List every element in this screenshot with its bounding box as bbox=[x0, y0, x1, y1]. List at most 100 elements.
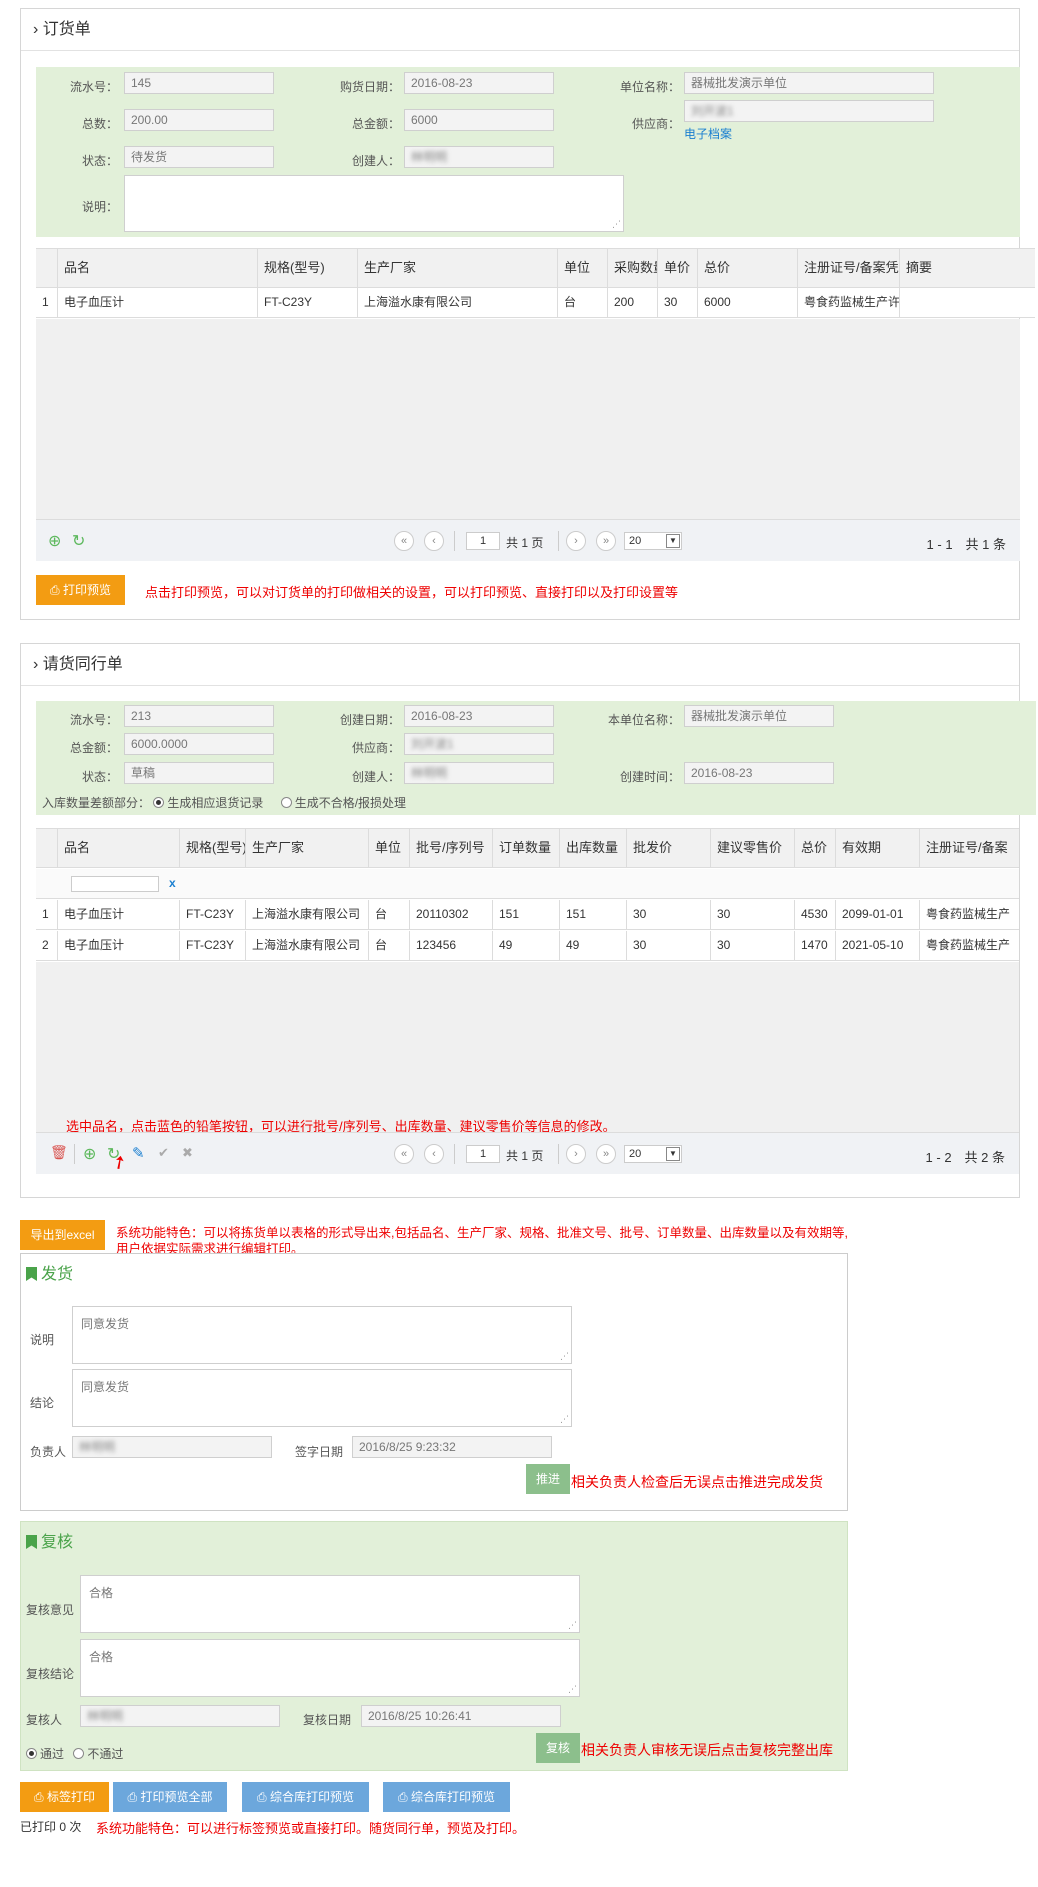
order-archive-link[interactable]: 电子档案 bbox=[684, 125, 732, 142]
store-print-button-2[interactable]: ⎙ 综合库打印预览 bbox=[383, 1782, 510, 1812]
order-col-total[interactable]: 总价 bbox=[698, 249, 798, 287]
order-col-memo[interactable]: 摘要 bbox=[900, 249, 1035, 287]
print-preview-button[interactable]: ⎙ 打印预览 bbox=[36, 575, 125, 605]
picking-col-price[interactable]: 批发价 bbox=[627, 829, 711, 867]
review-date-field[interactable]: 2016/8/25 10:26:41 bbox=[361, 1705, 561, 1727]
cancel-icon[interactable]: ✖ bbox=[182, 1145, 193, 1161]
order-col-qty[interactable]: 采购数量 bbox=[608, 249, 658, 287]
order-status-field[interactable]: 待发货 bbox=[124, 146, 274, 168]
picking-col-spec[interactable]: 规格(型号) bbox=[180, 829, 246, 867]
order-unit-field[interactable]: 器械批发演示单位 bbox=[684, 72, 934, 94]
picking-col-out-qty[interactable]: 出库数量 bbox=[560, 829, 627, 867]
picking-serial-field[interactable]: 213 bbox=[124, 705, 274, 727]
picking-col-expiry[interactable]: 有效期 bbox=[836, 829, 920, 867]
pencil-icon[interactable]: ✎ bbox=[132, 1144, 145, 1162]
order-creator-field[interactable]: 林明明 bbox=[404, 146, 554, 168]
picking-panel-title[interactable]: › 请货同行单 bbox=[21, 644, 1019, 686]
picking-col-name[interactable]: 品名 bbox=[58, 829, 180, 867]
first-page-button[interactable]: « bbox=[394, 1144, 414, 1164]
picking-creator-field[interactable]: 林明明 bbox=[404, 762, 554, 784]
total-pages-label: 共 1 页 bbox=[506, 1149, 544, 1163]
picking-col-reg[interactable]: 注册证号/备案 bbox=[920, 829, 1019, 867]
cell-spec: FT-C23Y bbox=[258, 288, 358, 317]
last-page-button[interactable]: » bbox=[596, 531, 616, 551]
resize-grip-icon: ⋰ bbox=[612, 219, 621, 229]
diff-option-reject[interactable]: 生成不合格/报损处理 bbox=[280, 796, 406, 810]
last-page-button[interactable]: » bbox=[596, 1144, 616, 1164]
order-col-reg[interactable]: 注册证号/备案凭证 bbox=[798, 249, 900, 287]
picking-col-order-qty[interactable]: 订单数量 bbox=[493, 829, 560, 867]
label-print-button[interactable]: ⎙ 标签打印 bbox=[20, 1782, 109, 1812]
review-fail-option[interactable]: 不通过 bbox=[73, 1747, 123, 1761]
order-serial-field[interactable]: 145 bbox=[124, 72, 274, 94]
cell-qty: 200 bbox=[608, 288, 658, 317]
order-qty-field[interactable]: 200.00 bbox=[124, 109, 274, 131]
row-index: 2 bbox=[36, 931, 58, 960]
page-size-select[interactable]: 20 ▼ bbox=[624, 532, 682, 550]
picking-supplier-value: 刘开波1 bbox=[411, 737, 454, 751]
picking-col-batch[interactable]: 批号/序列号 bbox=[410, 829, 493, 867]
picking-amount-label: 总金额： bbox=[69, 741, 118, 755]
order-note-textarea[interactable]: ⋰ bbox=[124, 175, 624, 232]
review-concl-textarea[interactable]: 合格 ⋰ bbox=[80, 1639, 580, 1697]
export-excel-button[interactable]: 导出到excel bbox=[20, 1220, 105, 1250]
prev-page-button[interactable]: ‹ bbox=[424, 531, 444, 551]
order-creator-label: 创建人： bbox=[351, 154, 400, 168]
cell-total: 4530 bbox=[795, 900, 836, 929]
order-supplier-field[interactable]: 刘开波1 bbox=[684, 100, 934, 122]
zoom-in-icon[interactable]: ⊕ bbox=[48, 531, 61, 551]
store-print-button-1[interactable]: ⎙ 综合库打印预览 bbox=[242, 1782, 369, 1812]
picking-col-retail[interactable]: 建议零售价 bbox=[711, 829, 795, 867]
picking-unit-field[interactable]: 器械批发演示单位 bbox=[684, 705, 834, 727]
picking-col-maker[interactable]: 生产厂家 bbox=[246, 829, 369, 867]
picking-supplier-field[interactable]: 刘开波1 bbox=[404, 733, 554, 755]
prev-page-button[interactable]: ‹ bbox=[424, 1144, 444, 1164]
next-page-button[interactable]: › bbox=[566, 1144, 586, 1164]
check-icon[interactable]: ✔ bbox=[158, 1145, 169, 1161]
review-pass-option[interactable]: 通过 bbox=[26, 1747, 64, 1761]
trash-icon[interactable]: 🗑 bbox=[50, 1144, 68, 1161]
bookmark-icon bbox=[26, 1267, 37, 1281]
review-button[interactable]: 复核 bbox=[536, 1733, 580, 1763]
order-col-unit[interactable]: 单位 bbox=[558, 249, 608, 287]
picking-col-total[interactable]: 总价 bbox=[795, 829, 836, 867]
picking-create-time-label: 创建时间： bbox=[619, 770, 680, 784]
ship-desc-textarea[interactable]: 同意发货 ⋰ bbox=[72, 1306, 572, 1364]
table-row[interactable]: 1 电子血压计 FT-C23Y 上海溢水康有限公司 台 200 30 6000 … bbox=[36, 288, 1035, 318]
order-col-maker[interactable]: 生产厂家 bbox=[358, 249, 558, 287]
page-size-select[interactable]: 20 ▼ bbox=[624, 1145, 682, 1163]
filter-clear-button[interactable]: x bbox=[169, 876, 176, 890]
picking-create-date-field[interactable]: 2016-08-23 bbox=[404, 705, 554, 727]
order-buy-date-field[interactable]: 2016-08-23 bbox=[404, 72, 554, 94]
order-col-price[interactable]: 单价 bbox=[658, 249, 698, 287]
refresh-icon[interactable]: ↻ bbox=[72, 531, 85, 551]
pager-divider bbox=[454, 531, 455, 551]
review-person-field[interactable]: 林明明 bbox=[80, 1705, 280, 1727]
order-panel-title[interactable]: › 订货单 bbox=[21, 9, 1019, 51]
push-button[interactable]: 推进 bbox=[526, 1464, 570, 1494]
order-col-spec[interactable]: 规格(型号) bbox=[258, 249, 358, 287]
picking-status-field[interactable]: 草稿 bbox=[124, 762, 274, 784]
print-all-button[interactable]: ⎙ 打印预览全部 bbox=[113, 1782, 227, 1812]
picking-col-unit[interactable]: 单位 bbox=[369, 829, 410, 867]
order-buy-date-label: 购货日期： bbox=[339, 80, 400, 94]
name-filter-input[interactable] bbox=[71, 876, 159, 892]
zoom-in-icon[interactable]: ⊕ bbox=[83, 1144, 96, 1164]
page-number-input[interactable]: 1 bbox=[466, 1145, 500, 1163]
picking-create-time-field[interactable]: 2016-08-23 bbox=[684, 762, 834, 784]
review-opinion-textarea[interactable]: 合格 ⋰ bbox=[80, 1575, 580, 1633]
diff-option-return[interactable]: 生成相应退货记录 bbox=[153, 796, 263, 810]
table-row[interactable]: 1 电子血压计 FT-C23Y 上海溢水康有限公司 台 20110302 151… bbox=[36, 900, 1019, 930]
ship-person-field[interactable]: 林明明 bbox=[72, 1436, 272, 1458]
order-col-name[interactable]: 品名 bbox=[58, 249, 258, 287]
ship-sign-date-field[interactable]: 2016/8/25 9:23:32 bbox=[352, 1436, 552, 1458]
order-amount-field[interactable]: 6000 bbox=[404, 109, 554, 131]
ship-concl-label: 结论 bbox=[30, 1396, 55, 1410]
table-row[interactable]: 2 电子血压计 FT-C23Y 上海溢水康有限公司 台 123456 49 49… bbox=[36, 931, 1019, 961]
ship-concl-textarea[interactable]: 同意发货 ⋰ bbox=[72, 1369, 572, 1427]
picking-amount-field[interactable]: 6000.0000 bbox=[124, 733, 274, 755]
next-page-button[interactable]: › bbox=[566, 531, 586, 551]
picking-grid-body bbox=[36, 962, 1019, 1132]
first-page-button[interactable]: « bbox=[394, 531, 414, 551]
page-number-input[interactable]: 1 bbox=[466, 532, 500, 550]
